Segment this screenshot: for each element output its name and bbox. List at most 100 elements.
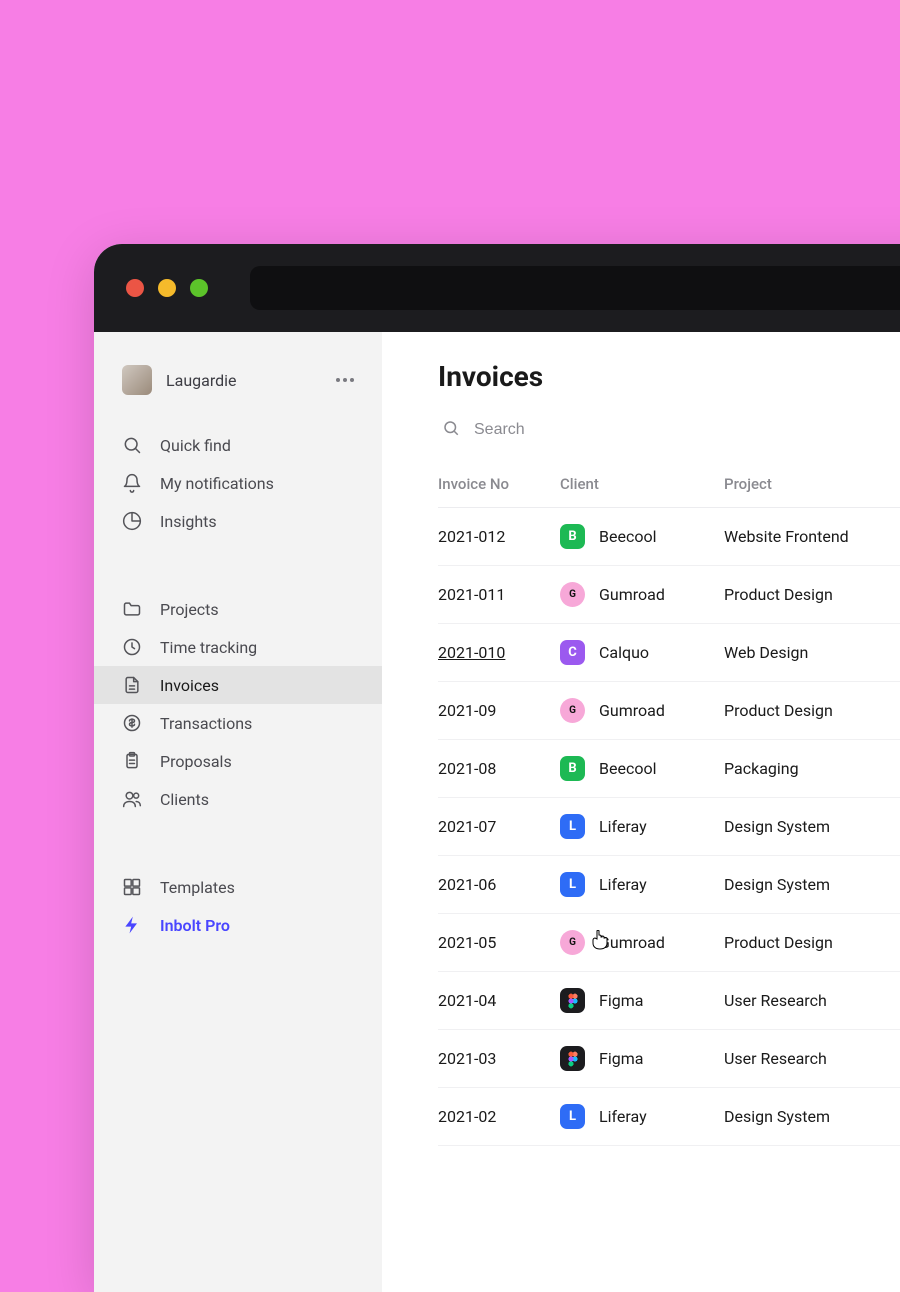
table-row[interactable]: 2021-06LLiferayDesign System xyxy=(438,856,900,914)
app-window: Laugardie Quick find My notifications Insi… xyxy=(94,244,900,1292)
sidebar-item-label: Quick find xyxy=(160,436,231,455)
cell-client[interactable]: BBeecool xyxy=(560,740,724,798)
window-minimize-button[interactable] xyxy=(158,279,176,297)
table-row[interactable]: 2021-02L Liferay Design System xyxy=(438,1088,900,1146)
bolt-icon xyxy=(122,915,142,935)
cell-invoice-no[interactable]: 2021-09 xyxy=(438,682,560,740)
cell-project[interactable]: Website Frontend xyxy=(724,508,900,566)
table-row[interactable]: 2021-05GGumroadProduct Design xyxy=(438,914,900,972)
cell-invoice-no[interactable]: 2021-08 xyxy=(438,740,560,798)
cell-invoice-no[interactable]: 2021-04 xyxy=(438,972,560,1030)
nav-group-1: Quick find My notifications Insights xyxy=(94,426,382,540)
sidebar-item-my-notifications[interactable]: My notifications xyxy=(94,464,382,502)
client-logo-gumroad: G xyxy=(560,698,585,723)
search-field[interactable] xyxy=(438,413,900,461)
nav-group-2: Projects Time trackingInvoicesTransaction… xyxy=(94,590,382,818)
sidebar-item-projects[interactable]: Projects xyxy=(94,590,382,628)
page-title: Invoices xyxy=(438,360,900,393)
cell-client[interactable]: Figma xyxy=(560,972,724,1030)
cell-invoice-no[interactable]: 2021-010 xyxy=(438,624,560,682)
cell-project[interactable]: Design System xyxy=(724,856,900,914)
main-content: Invoices Invoice No Client Project 2021-… xyxy=(382,332,900,1292)
sidebar-item-quick-find[interactable]: Quick find xyxy=(94,426,382,464)
cell-invoice-no[interactable]: 2021-011 xyxy=(438,566,560,624)
client-name: Liferay xyxy=(599,875,647,894)
cell-project[interactable]: Design System xyxy=(724,1088,900,1146)
avatar xyxy=(122,365,152,395)
table-row[interactable]: 2021-07LLiferayDesign System xyxy=(438,798,900,856)
address-bar[interactable] xyxy=(250,266,900,310)
col-header-project[interactable]: Project xyxy=(724,461,900,508)
client-logo-gumroad: G xyxy=(560,582,585,607)
client-logo-figma xyxy=(560,1046,585,1071)
sidebar-item-templates[interactable]: Templates xyxy=(94,868,382,906)
sidebar-item-label: Projects xyxy=(160,600,219,619)
cell-client[interactable]: G Gumroad xyxy=(560,566,724,624)
table-row[interactable]: 2021-010CCalquoWeb Design xyxy=(438,624,900,682)
sidebar-item-insights[interactable]: Insights xyxy=(94,502,382,540)
more-icon[interactable] xyxy=(336,378,354,382)
cell-invoice-no[interactable]: 2021-07 xyxy=(438,798,560,856)
client-logo-beecool: B xyxy=(560,524,585,549)
client-name: Beecool xyxy=(599,527,656,546)
cell-invoice-no[interactable]: 2021-06 xyxy=(438,856,560,914)
cell-invoice-no[interactable]: 2021-012 xyxy=(438,508,560,566)
table-row[interactable]: 2021-09GGumroadProduct Design xyxy=(438,682,900,740)
sidebar-item-proposals[interactable]: Proposals xyxy=(94,742,382,780)
col-header-invoice-no[interactable]: Invoice No xyxy=(438,461,560,508)
sidebar-item-time-tracking[interactable]: Time tracking xyxy=(94,628,382,666)
cell-project[interactable]: Design System xyxy=(724,798,900,856)
table-row[interactable]: 2021-04FigmaUser Research xyxy=(438,972,900,1030)
cell-project[interactable]: Product Design xyxy=(724,566,900,624)
search-icon xyxy=(122,435,142,455)
cell-invoice-no[interactable]: 2021-02 xyxy=(438,1088,560,1146)
cell-client[interactable]: LLiferay xyxy=(560,798,724,856)
table-row[interactable]: 2021-03FigmaUser Research xyxy=(438,1030,900,1088)
table-row[interactable]: 2021-08BBeecoolPackaging xyxy=(438,740,900,798)
cell-client[interactable]: GGumroad xyxy=(560,682,724,740)
table-row[interactable]: 2021-012B Beecool Website Frontend xyxy=(438,508,900,566)
sidebar-item-transactions[interactable]: Transactions xyxy=(94,704,382,742)
client-name: Liferay xyxy=(599,1107,647,1126)
cell-project[interactable]: Web Design xyxy=(724,624,900,682)
profile-section[interactable]: Laugardie xyxy=(94,356,382,404)
window-maximize-button[interactable] xyxy=(190,279,208,297)
cell-project[interactable]: Product Design xyxy=(724,914,900,972)
search-icon xyxy=(442,419,460,441)
sidebar-item-inbolt-pro[interactable]: Inbolt Pro xyxy=(94,906,382,944)
cell-project[interactable]: User Research xyxy=(724,1030,900,1088)
app-body: Laugardie Quick find My notifications Insi… xyxy=(94,332,900,1292)
clipboard-icon xyxy=(122,751,142,771)
client-logo-liferay: L xyxy=(560,1104,585,1129)
sidebar-item-label: Templates xyxy=(160,878,235,897)
sidebar-item-label: My notifications xyxy=(160,474,274,493)
sidebar-item-label: Clients xyxy=(160,790,209,809)
sidebar-item-label: Proposals xyxy=(160,752,232,771)
users-icon xyxy=(122,789,142,809)
cell-project[interactable]: Product Design xyxy=(724,682,900,740)
cell-project[interactable]: Packaging xyxy=(724,740,900,798)
client-name: Liferay xyxy=(599,817,647,836)
cell-client[interactable]: L Liferay xyxy=(560,1088,724,1146)
cell-client[interactable]: Figma xyxy=(560,1030,724,1088)
window-close-button[interactable] xyxy=(126,279,144,297)
client-name: Gumroad xyxy=(599,585,665,604)
cell-invoice-no[interactable]: 2021-03 xyxy=(438,1030,560,1088)
cell-client[interactable]: GGumroad xyxy=(560,914,724,972)
cell-project[interactable]: User Research xyxy=(724,972,900,1030)
pie-icon xyxy=(122,511,142,531)
sidebar-item-label: Inbolt Pro xyxy=(160,916,230,935)
table-row[interactable]: 2021-011G Gumroad Product Design xyxy=(438,566,900,624)
cell-client[interactable]: LLiferay xyxy=(560,856,724,914)
sidebar-item-clients[interactable]: Clients xyxy=(94,780,382,818)
bell-icon xyxy=(122,473,142,493)
cell-client[interactable]: CCalquo xyxy=(560,624,724,682)
client-name: Beecool xyxy=(599,759,656,778)
sidebar-item-invoices[interactable]: Invoices xyxy=(94,666,382,704)
col-header-client[interactable]: Client xyxy=(560,461,724,508)
folder-icon xyxy=(122,599,142,619)
search-input[interactable] xyxy=(474,421,681,439)
cell-invoice-no[interactable]: 2021-05 xyxy=(438,914,560,972)
cell-client[interactable]: B Beecool xyxy=(560,508,724,566)
sidebar: Laugardie Quick find My notifications Insi… xyxy=(94,332,382,1292)
